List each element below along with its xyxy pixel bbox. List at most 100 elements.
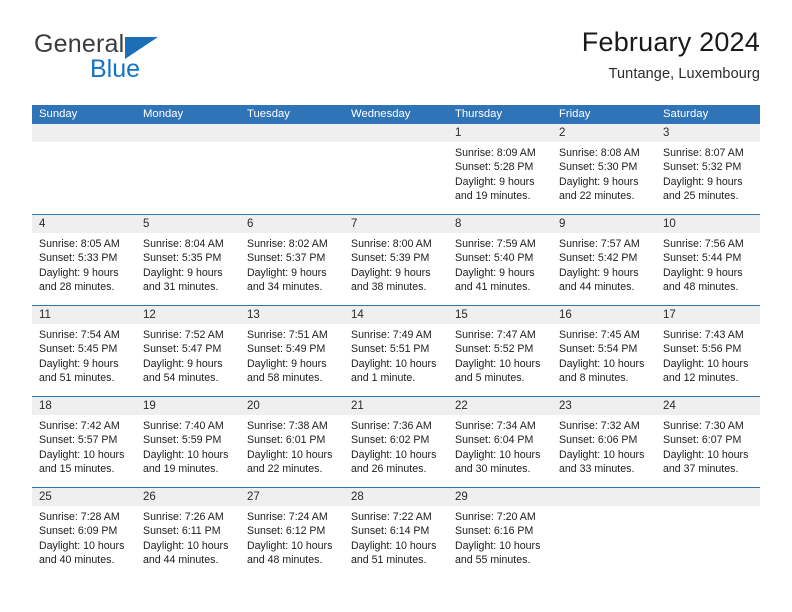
sunset-text: Sunset: 5:49 PM — [247, 343, 326, 356]
sunset-text: Sunset: 5:37 PM — [247, 252, 326, 265]
day-number-10[interactable]: 10 — [656, 215, 760, 233]
daylight-text-line2: and 41 minutes. — [455, 281, 531, 294]
day-number-27[interactable]: 27 — [240, 488, 344, 506]
daylight-text-line1: Daylight: 10 hours — [663, 357, 749, 370]
daylight-text-line1: Daylight: 10 hours — [663, 448, 749, 461]
day-number-26[interactable]: 26 — [136, 488, 240, 506]
day-number-19[interactable]: 19 — [136, 397, 240, 415]
day-number-14[interactable]: 14 — [344, 306, 448, 324]
day-cell[interactable]: Sunrise: 7:51 AM Sunset: 5:49 PM Daylight:… — [240, 324, 344, 396]
day-number-6[interactable]: 6 — [240, 215, 344, 233]
day-cell[interactable]: Sunrise: 8:02 AM Sunset: 5:37 PM Daylight:… — [240, 233, 344, 305]
day-number-21[interactable]: 21 — [344, 397, 448, 415]
sunrise-text: Sunrise: 7:42 AM — [39, 420, 120, 432]
daylight-text-line1: Daylight: 9 hours — [247, 266, 327, 279]
day-number-18[interactable]: 18 — [32, 397, 136, 415]
day-cell[interactable]: Sunrise: 7:56 AM Sunset: 5:44 PM Daylight:… — [656, 233, 760, 305]
day-cell[interactable]: Sunrise: 7:20 AM Sunset: 6:16 PM Daylight:… — [448, 506, 552, 578]
daylight-text-line2: and 28 minutes. — [39, 281, 115, 294]
daylight-text-line2: and 48 minutes. — [247, 554, 323, 567]
day-cell[interactable]: Sunrise: 7:49 AM Sunset: 5:51 PM Daylight:… — [344, 324, 448, 396]
day-number-4[interactable]: 4 — [32, 215, 136, 233]
day-cell[interactable]: Sunrise: 7:43 AM Sunset: 5:56 PM Daylight:… — [656, 324, 760, 396]
day-cell[interactable]: Sunrise: 7:26 AM Sunset: 6:11 PM Daylight:… — [136, 506, 240, 578]
sunset-text: Sunset: 5:28 PM — [455, 161, 534, 174]
day-cell[interactable]: Sunrise: 7:42 AM Sunset: 5:57 PM Daylight:… — [32, 415, 136, 487]
day-cell[interactable]: Sunrise: 8:08 AM Sunset: 5:30 PM Daylight:… — [552, 142, 656, 214]
day-number-20[interactable]: 20 — [240, 397, 344, 415]
day-cell[interactable]: Sunrise: 7:45 AM Sunset: 5:54 PM Daylight:… — [552, 324, 656, 396]
day-cell[interactable]: Sunrise: 7:24 AM Sunset: 6:12 PM Daylight:… — [240, 506, 344, 578]
daylight-text-line1: Daylight: 9 hours — [39, 357, 119, 370]
day-cell[interactable]: Sunrise: 7:54 AM Sunset: 5:45 PM Daylight:… — [32, 324, 136, 396]
day-cell[interactable]: Sunrise: 7:40 AM Sunset: 5:59 PM Daylight:… — [136, 415, 240, 487]
brand-name-blue: Blue — [90, 55, 141, 83]
day-cell[interactable]: Sunrise: 7:32 AM Sunset: 6:06 PM Daylight:… — [552, 415, 656, 487]
day-number-15[interactable]: 15 — [448, 306, 552, 324]
day-number-23[interactable]: 23 — [552, 397, 656, 415]
day-number-28[interactable]: 28 — [344, 488, 448, 506]
daylight-text-line2: and 25 minutes. — [663, 190, 739, 203]
day-cell[interactable]: Sunrise: 8:05 AM Sunset: 5:33 PM Daylight:… — [32, 233, 136, 305]
day-number-1[interactable]: 1 — [448, 124, 552, 142]
sunrise-text: Sunrise: 7:26 AM — [143, 511, 224, 523]
daylight-text-line1: Daylight: 10 hours — [247, 539, 333, 552]
sunrise-text: Sunrise: 7:45 AM — [559, 329, 640, 341]
daylight-text-line1: Daylight: 10 hours — [39, 448, 125, 461]
day-number-9[interactable]: 9 — [552, 215, 656, 233]
daylight-text-line1: Daylight: 9 hours — [143, 357, 223, 370]
day-number-empty — [136, 124, 240, 142]
sunset-text: Sunset: 5:39 PM — [351, 252, 430, 265]
sunset-text: Sunset: 6:09 PM — [39, 525, 118, 538]
daylight-text-line1: Daylight: 9 hours — [247, 357, 327, 370]
day-cell[interactable]: Sunrise: 7:30 AM Sunset: 6:07 PM Daylight:… — [656, 415, 760, 487]
daylight-text-line1: Daylight: 9 hours — [663, 175, 743, 188]
sunset-text: Sunset: 5:59 PM — [143, 434, 222, 447]
daylight-text-line2: and 37 minutes. — [663, 463, 739, 476]
day-number-7[interactable]: 7 — [344, 215, 448, 233]
day-cell[interactable]: Sunrise: 7:59 AM Sunset: 5:40 PM Daylight:… — [448, 233, 552, 305]
week-number-band: 4 5 6 7 8 9 10 — [32, 215, 760, 233]
day-number-17[interactable]: 17 — [656, 306, 760, 324]
day-cell[interactable]: Sunrise: 7:57 AM Sunset: 5:42 PM Daylight:… — [552, 233, 656, 305]
day-number-24[interactable]: 24 — [656, 397, 760, 415]
day-cell[interactable]: Sunrise: 8:04 AM Sunset: 5:35 PM Daylight:… — [136, 233, 240, 305]
day-cell[interactable]: Sunrise: 8:00 AM Sunset: 5:39 PM Daylight:… — [344, 233, 448, 305]
sunset-text: Sunset: 5:54 PM — [559, 343, 638, 356]
day-number-empty — [552, 488, 656, 506]
day-number-12[interactable]: 12 — [136, 306, 240, 324]
week-detail-row: Sunrise: 8:09 AM Sunset: 5:28 PM Daylight:… — [32, 142, 760, 214]
day-number-empty — [32, 124, 136, 142]
weekday-header-sunday: Sunday — [39, 108, 78, 120]
sunrise-text: Sunrise: 7:22 AM — [351, 511, 432, 523]
day-cell[interactable]: Sunrise: 7:34 AM Sunset: 6:04 PM Daylight:… — [448, 415, 552, 487]
sunset-text: Sunset: 5:51 PM — [351, 343, 430, 356]
day-cell[interactable]: Sunrise: 8:07 AM Sunset: 5:32 PM Daylight:… — [656, 142, 760, 214]
day-number-16[interactable]: 16 — [552, 306, 656, 324]
daylight-text-line1: Daylight: 10 hours — [351, 539, 437, 552]
day-number-29[interactable]: 29 — [448, 488, 552, 506]
sunset-text: Sunset: 6:04 PM — [455, 434, 534, 447]
day-cell[interactable]: Sunrise: 7:52 AM Sunset: 5:47 PM Daylight:… — [136, 324, 240, 396]
daylight-text-line1: Daylight: 10 hours — [455, 448, 541, 461]
day-cell[interactable]: Sunrise: 7:28 AM Sunset: 6:09 PM Daylight:… — [32, 506, 136, 578]
brand-logo[interactable]: General Blue — [32, 32, 242, 92]
sunrise-text: Sunrise: 7:52 AM — [143, 329, 224, 341]
day-cell[interactable]: Sunrise: 8:09 AM Sunset: 5:28 PM Daylight:… — [448, 142, 552, 214]
day-number-22[interactable]: 22 — [448, 397, 552, 415]
day-number-empty — [240, 124, 344, 142]
day-cell[interactable]: Sunrise: 7:36 AM Sunset: 6:02 PM Daylight:… — [344, 415, 448, 487]
day-number-3[interactable]: 3 — [656, 124, 760, 142]
day-number-13[interactable]: 13 — [240, 306, 344, 324]
daylight-text-line1: Daylight: 10 hours — [39, 539, 125, 552]
day-cell[interactable]: Sunrise: 7:47 AM Sunset: 5:52 PM Daylight:… — [448, 324, 552, 396]
day-number-8[interactable]: 8 — [448, 215, 552, 233]
day-cell[interactable]: Sunrise: 7:22 AM Sunset: 6:14 PM Daylight:… — [344, 506, 448, 578]
week-detail-row: Sunrise: 7:28 AM Sunset: 6:09 PM Daylight:… — [32, 506, 760, 578]
daylight-text-line2: and 44 minutes. — [559, 281, 635, 294]
day-cell[interactable]: Sunrise: 7:38 AM Sunset: 6:01 PM Daylight:… — [240, 415, 344, 487]
day-number-11[interactable]: 11 — [32, 306, 136, 324]
day-number-5[interactable]: 5 — [136, 215, 240, 233]
day-number-25[interactable]: 25 — [32, 488, 136, 506]
day-number-2[interactable]: 2 — [552, 124, 656, 142]
